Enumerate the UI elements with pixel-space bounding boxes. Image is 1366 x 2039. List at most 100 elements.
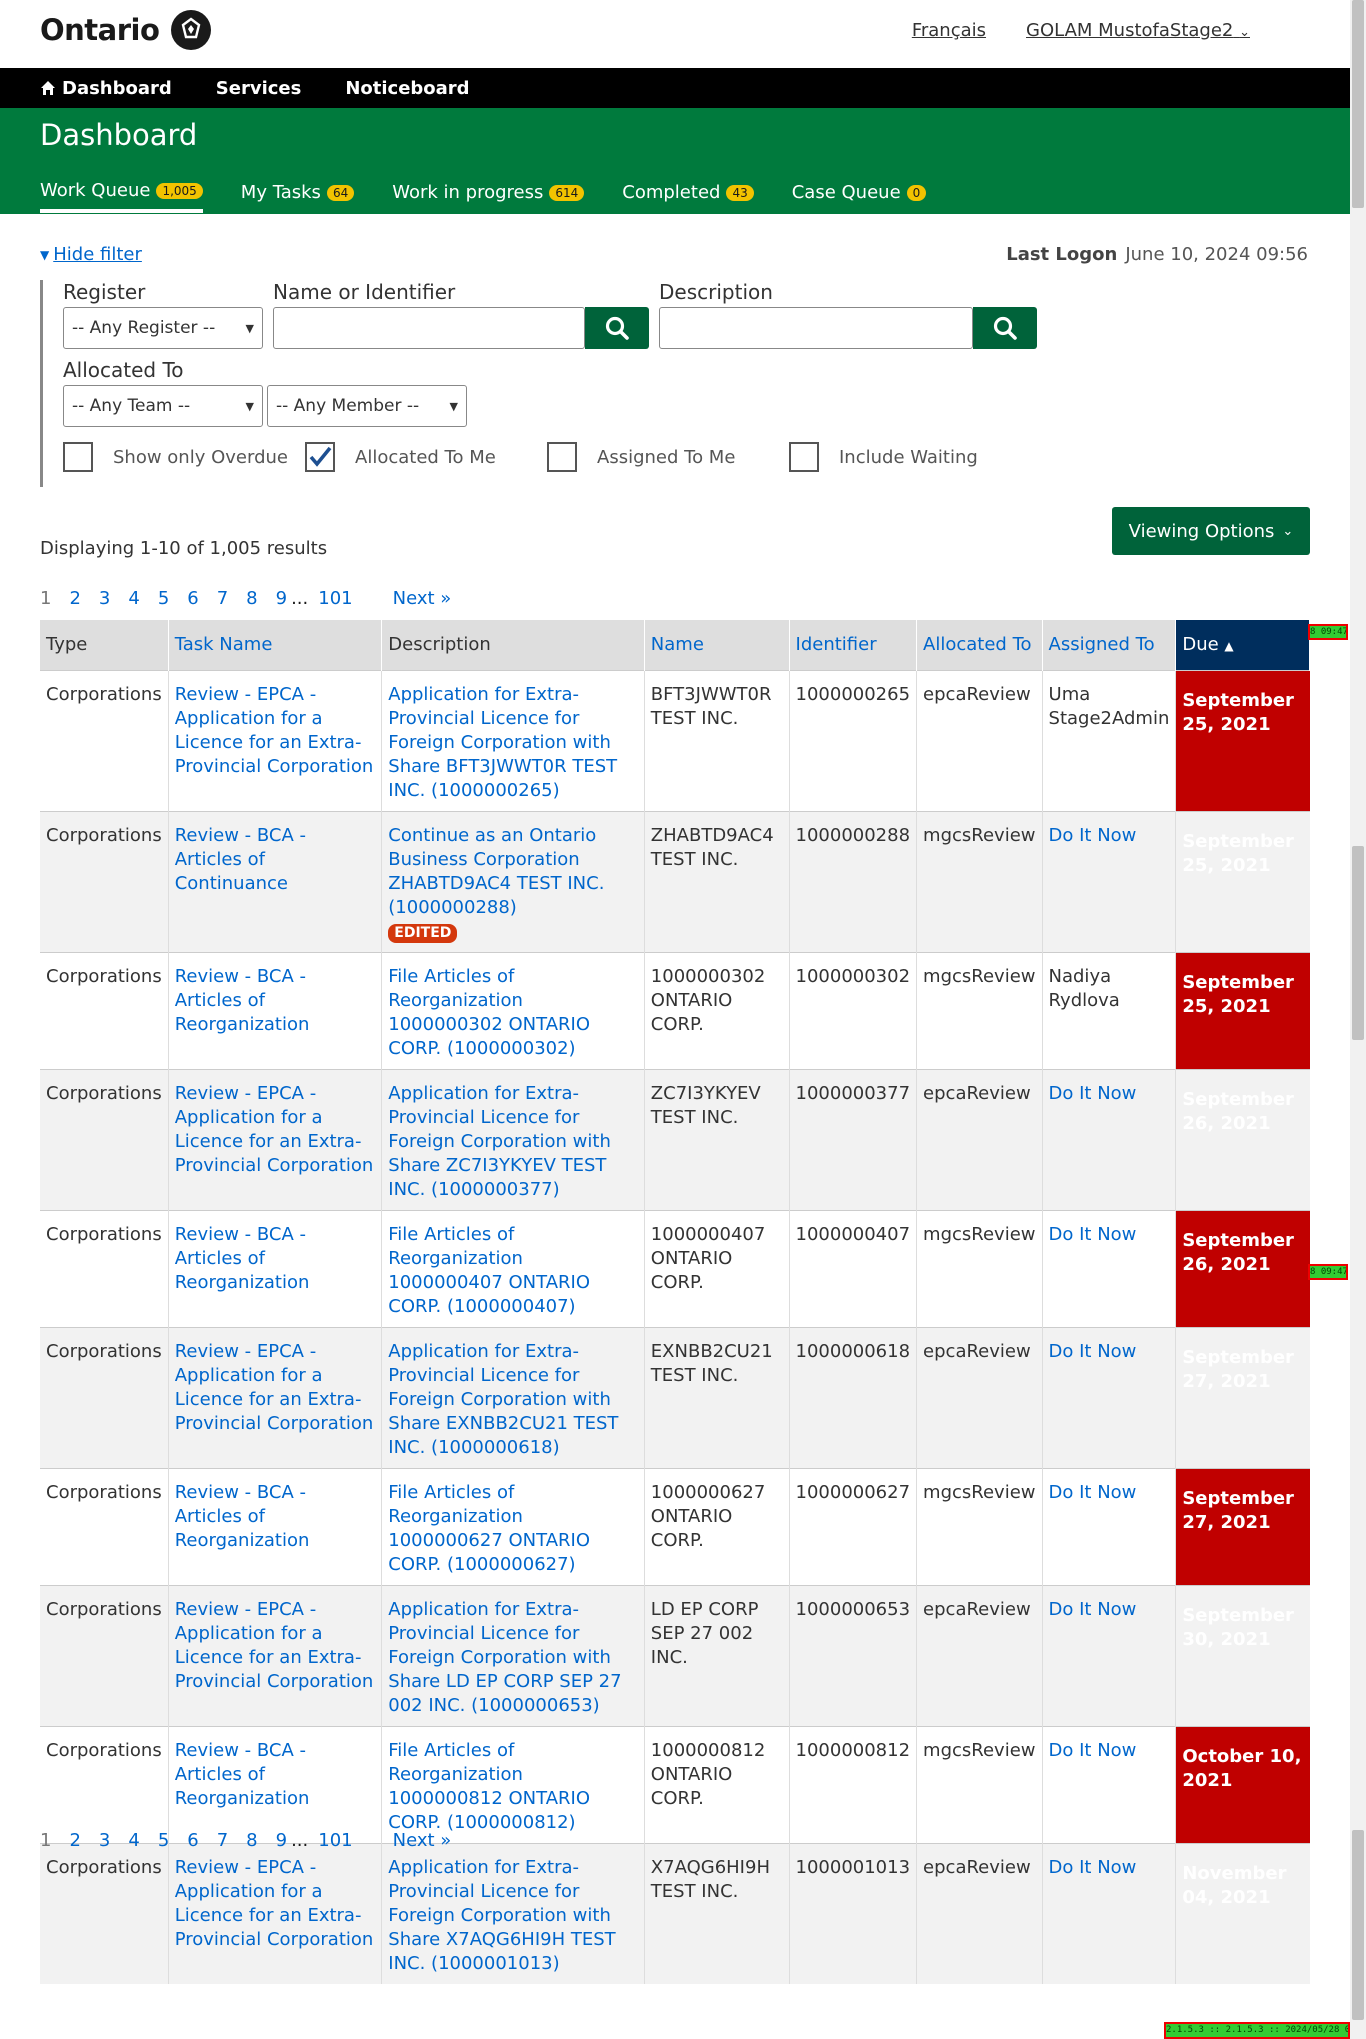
checkbox-include-waiting[interactable]: Include Waiting xyxy=(789,442,1031,472)
nav-services[interactable]: Services xyxy=(216,78,302,99)
cell-due-text: September 26, 2021 xyxy=(1182,1229,1294,1275)
team-select[interactable]: -- Any Team -- ▼ xyxy=(63,385,263,427)
cell-task-name-link[interactable]: Review - EPCA - Application for a Licenc… xyxy=(175,1857,374,1950)
page-link[interactable]: 2 xyxy=(69,1830,80,1851)
cell-assigned-to-link[interactable]: Do It Now xyxy=(1049,1224,1137,1245)
page-link[interactable]: 4 xyxy=(128,588,139,609)
col-type: Type xyxy=(40,620,169,670)
col-name[interactable]: Name xyxy=(644,620,790,670)
cell-task-name-link[interactable]: Review - BCA - Articles of Continuance xyxy=(175,825,306,894)
user-menu[interactable]: GOLAM MustofaStage2 ⌄ xyxy=(1026,20,1250,41)
cell-assigned-to-link[interactable]: Do It Now xyxy=(1049,1599,1137,1620)
description-search-button[interactable] xyxy=(973,307,1037,349)
cell-description-link[interactable]: File Articles of Reorganization 10000008… xyxy=(388,1740,590,1833)
scrollbar-thumb[interactable] xyxy=(1352,1830,1364,2020)
name-identifier-input[interactable] xyxy=(273,307,585,349)
page-link[interactable]: 5 xyxy=(158,588,169,609)
page-link[interactable]: 6 xyxy=(187,1830,198,1851)
col-allocated-to[interactable]: Allocated To xyxy=(916,620,1043,670)
page-link[interactable]: 8 xyxy=(246,1830,257,1851)
tab-work-queue[interactable]: Work Queue 1,005 xyxy=(40,180,203,213)
page-link[interactable]: 3 xyxy=(99,588,110,609)
cell-description-link[interactable]: File Articles of Reorganization 10000003… xyxy=(388,966,590,1059)
cell-task-name-link[interactable]: Review - EPCA - Application for a Licenc… xyxy=(175,1083,374,1176)
page-link[interactable]: 4 xyxy=(128,1830,139,1851)
checkbox-allocated-to-me[interactable]: Allocated To Me xyxy=(305,442,547,472)
page-link[interactable]: 9 xyxy=(276,588,287,609)
page-link[interactable]: 8 xyxy=(246,588,257,609)
cell-identifier-text: 1000000653 xyxy=(795,1598,911,1620)
checkbox-box[interactable] xyxy=(547,442,577,472)
page-link[interactable]: 2 xyxy=(69,588,80,609)
cell-description: File Articles of Reorganization 10000008… xyxy=(381,1725,645,1843)
viewing-options-button[interactable]: Viewing Options ⌄ xyxy=(1112,507,1310,555)
col-assigned-to[interactable]: Assigned To xyxy=(1042,620,1177,670)
page-link-last[interactable]: 101 xyxy=(318,1830,352,1851)
cell-due-text: September 25, 2021 xyxy=(1182,971,1294,1017)
nav-noticeboard[interactable]: Noticeboard xyxy=(345,78,469,99)
cell-task-name-link[interactable]: Review - EPCA - Application for a Licenc… xyxy=(175,684,374,777)
cell-assigned-to-link[interactable]: Do It Now xyxy=(1049,825,1137,846)
cell-allocated-to-text: epcaReview xyxy=(923,1082,1031,1104)
logo-text: Ontario xyxy=(40,13,160,47)
cell-task-name-link[interactable]: Review - EPCA - Application for a Licenc… xyxy=(175,1341,374,1434)
col-identifier[interactable]: Identifier xyxy=(789,620,918,670)
cell-task-name-link[interactable]: Review - BCA - Articles of Reorganizatio… xyxy=(175,1482,310,1551)
page-link[interactable]: 5 xyxy=(158,1830,169,1851)
francais-link[interactable]: Français xyxy=(912,20,986,41)
cell-type-text: Corporations xyxy=(46,1481,162,1503)
page-next[interactable]: Next » xyxy=(393,1830,452,1851)
cell-description-link[interactable]: Application for Extra-Provincial Licence… xyxy=(388,1083,611,1200)
cell-assigned-to-link[interactable]: Do It Now xyxy=(1049,1482,1137,1503)
tab-work-in-progress[interactable]: Work in progress 614 xyxy=(392,180,585,213)
ontario-logo[interactable]: Ontario xyxy=(40,10,212,50)
cell-assigned-to: Do It Now xyxy=(1042,1326,1177,1468)
checkbox-box[interactable] xyxy=(63,442,93,472)
page-link-last[interactable]: 101 xyxy=(318,588,352,609)
hide-filter-link[interactable]: ▼ Hide filter xyxy=(40,244,142,265)
checkbox-box[interactable] xyxy=(305,442,335,472)
col-due[interactable]: Due ▲ xyxy=(1175,620,1310,670)
page-link[interactable]: 7 xyxy=(217,588,228,609)
cell-task-name-link[interactable]: Review - BCA - Articles of Reorganizatio… xyxy=(175,1740,310,1809)
cell-description-link[interactable]: Application for Extra-Provincial Licence… xyxy=(388,1599,621,1716)
register-select[interactable]: -- Any Register -- ▼ xyxy=(63,307,263,349)
cell-task-name-link[interactable]: Review - BCA - Articles of Reorganizatio… xyxy=(175,966,310,1035)
cell-description-link[interactable]: Continue as an Ontario Business Corporat… xyxy=(388,825,604,918)
checkbox-box[interactable] xyxy=(789,442,819,472)
col-task-name[interactable]: Task Name xyxy=(168,620,383,670)
page-link[interactable]: 3 xyxy=(99,1830,110,1851)
cell-description-link[interactable]: File Articles of Reorganization 10000006… xyxy=(388,1482,590,1575)
checkbox-show-overdue[interactable]: Show only Overdue xyxy=(63,442,305,472)
scrollbar-thumb[interactable] xyxy=(1352,846,1364,1040)
page-link[interactable]: 7 xyxy=(217,1830,228,1851)
cell-assigned-to-link[interactable]: Do It Now xyxy=(1049,1083,1137,1104)
description-input[interactable] xyxy=(659,307,973,349)
cell-assigned-to-link[interactable]: Do It Now xyxy=(1049,1740,1137,1761)
cell-description-link[interactable]: Application for Extra-Provincial Licence… xyxy=(388,1341,618,1458)
scrollbar-thumb[interactable] xyxy=(1352,0,1364,208)
cell-description-link[interactable]: Application for Extra-Provincial Licence… xyxy=(388,684,617,801)
tab-case-queue[interactable]: Case Queue 0 xyxy=(792,180,927,213)
cell-task-name-link[interactable]: Review - BCA - Articles of Reorganizatio… xyxy=(175,1224,310,1293)
filter-panel: Register -- Any Register -- ▼ Name or Ide… xyxy=(40,280,1040,487)
name-search-button[interactable] xyxy=(585,307,649,349)
cell-description-link[interactable]: Application for Extra-Provincial Licence… xyxy=(388,1857,615,1974)
page-scrollbar[interactable] xyxy=(1350,0,1366,2039)
cell-description-link[interactable]: File Articles of Reorganization 10000004… xyxy=(388,1224,590,1317)
member-select[interactable]: -- Any Member -- ▼ xyxy=(267,385,467,427)
nav-dashboard[interactable]: Dashboard xyxy=(40,78,172,99)
tab-completed[interactable]: Completed 43 xyxy=(622,180,754,213)
cell-identifier: 1000000265 xyxy=(789,669,918,811)
cell-task-name-link[interactable]: Review - EPCA - Application for a Licenc… xyxy=(175,1599,374,1692)
checkbox-assigned-to-me[interactable]: Assigned To Me xyxy=(547,442,789,472)
tab-my-tasks[interactable]: My Tasks 64 xyxy=(241,180,355,213)
cell-type: Corporations xyxy=(40,1584,169,1726)
cell-assigned-to-link[interactable]: Do It Now xyxy=(1049,1857,1137,1878)
top-header: Ontario Français GOLAM MustofaStage2 ⌄ xyxy=(0,0,1350,68)
page-next[interactable]: Next » xyxy=(393,588,452,609)
page-link[interactable]: 6 xyxy=(187,588,198,609)
cell-assigned-to-link[interactable]: Do It Now xyxy=(1049,1341,1137,1362)
cell-allocated-to: epcaReview xyxy=(916,1326,1043,1468)
page-link[interactable]: 9 xyxy=(276,1830,287,1851)
